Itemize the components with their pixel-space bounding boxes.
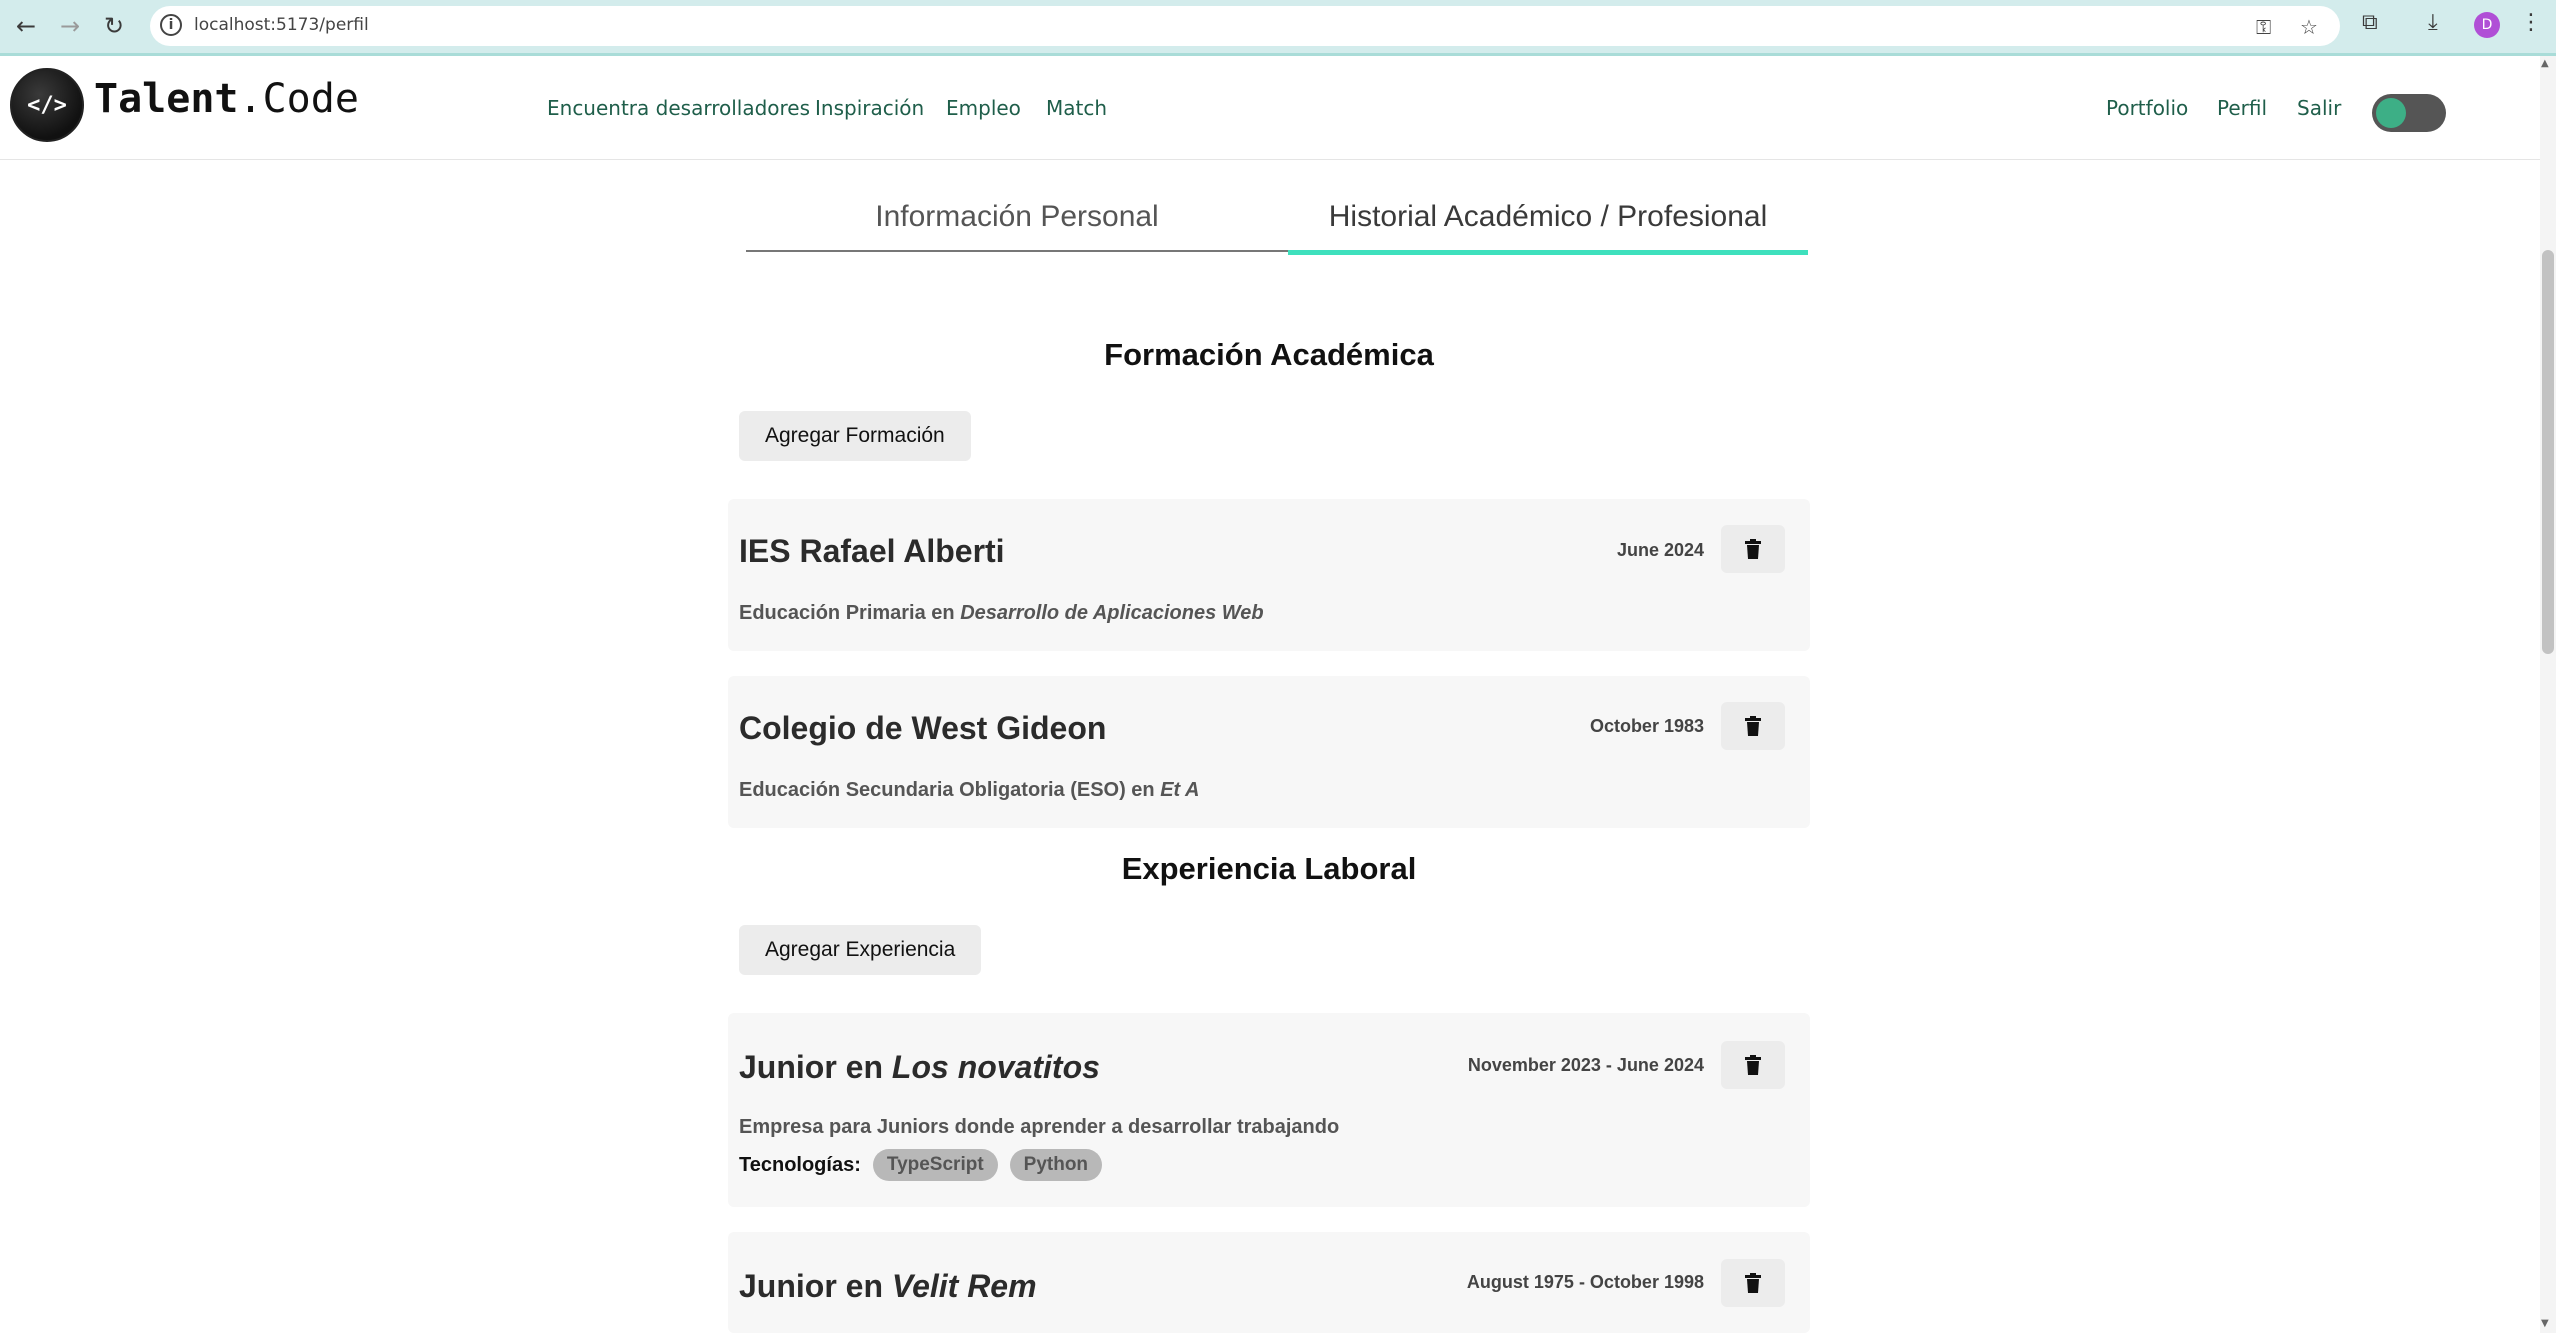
experience-description: Empresa para Juniors donde aprender a de… — [739, 1116, 1340, 1138]
education-detail: Educación Primaria en Desarrollo de Apli… — [739, 602, 1264, 625]
site-info-icon[interactable]: i — [160, 14, 182, 36]
trash-icon — [1745, 1273, 1761, 1293]
app-header: </> Talent.Code Encuentra desarrolladore… — [0, 56, 2540, 160]
nav-inspiration[interactable]: Inspiración — [815, 96, 924, 120]
nav-match[interactable]: Match — [1046, 96, 1107, 120]
toggle-knob — [2376, 98, 2406, 128]
education-date: October 1983 — [1589, 716, 1704, 736]
education-level: Educación Primaria — [739, 602, 926, 624]
education-date: June 2024 — [1616, 540, 1704, 560]
experience-role: Junior — [739, 1049, 837, 1085]
nav-find-developers[interactable]: Encuentra desarrolladores — [547, 96, 810, 120]
bookmark-star-icon[interactable]: ☆ — [2300, 15, 2318, 39]
delete-experience-button[interactable] — [1721, 1041, 1785, 1089]
experience-section-title: Experiencia Laboral — [1121, 851, 1417, 886]
profile-avatar[interactable]: D — [2474, 12, 2500, 38]
experience-company: Los novatitos — [891, 1049, 1100, 1085]
logo-text-bold: Talent — [94, 76, 239, 122]
password-key-icon[interactable]: ⚿ — [2256, 15, 2271, 39]
education-card: Colegio de West Gideon October 1983 Educ… — [728, 676, 1810, 828]
browser-toolbar: ← → ↻ i localhost:5173/perfil ⚿ ☆ ⧉ ⤓ D … — [0, 0, 2556, 56]
extensions-icon[interactable]: ⧉ — [2362, 10, 2378, 35]
experience-card: Junior en Los novatitos November 2023 - … — [728, 1013, 1810, 1207]
experience-role: Junior — [739, 1268, 837, 1304]
education-card: IES Rafael Alberti June 2024 Educación P… — [728, 499, 1810, 651]
experience-dates: November 2023 - June 2024 — [1467, 1055, 1704, 1075]
forward-icon[interactable]: → — [54, 10, 86, 42]
scroll-down-icon[interactable]: ▼ — [2541, 1318, 2549, 1329]
trash-icon — [1745, 539, 1761, 559]
add-experience-button[interactable]: Agregar Experiencia — [739, 925, 982, 975]
experience-connector: en — [836, 1049, 892, 1085]
address-url[interactable]: localhost:5173/perfil — [194, 15, 369, 35]
technology-chip: TypeScript — [872, 1149, 998, 1181]
experience-technologies: Tecnologías: TypeScript Python — [739, 1149, 1103, 1181]
delete-education-button[interactable] — [1721, 525, 1785, 573]
scrollbar-thumb[interactable] — [2542, 250, 2554, 654]
delete-experience-button[interactable] — [1721, 1259, 1785, 1307]
education-detail: Educación Secundaria Obligatoria (ESO) e… — [739, 779, 1199, 802]
scrollbar-track[interactable] — [2540, 56, 2556, 1333]
experience-card: Junior en Velit Rem August 1975 - Octobe… — [728, 1232, 1810, 1333]
browser-menu-icon[interactable]: ⋮ — [2520, 10, 2542, 35]
download-icon[interactable]: ⤓ — [2428, 10, 2438, 35]
education-field: Desarrollo de Aplicaciones Web — [960, 602, 1264, 624]
address-bar[interactable]: i localhost:5173/perfil ⚿ ☆ — [150, 6, 2340, 46]
education-school: Colegio de West Gideon — [739, 710, 1107, 746]
tab-personal-info[interactable]: Información Personal — [746, 190, 1288, 252]
scroll-up-icon[interactable]: ▲ — [2541, 58, 2549, 69]
tab-academic-history[interactable]: Historial Académico / Profesional — [1288, 190, 1808, 255]
experience-title: Junior en Velit Rem — [739, 1268, 1037, 1305]
education-connector: en — [925, 602, 961, 624]
education-section-title: Formación Académica — [1104, 337, 1434, 372]
nav-jobs[interactable]: Empleo — [946, 96, 1021, 120]
education-level: Educación Secundaria Obligatoria (ESO) — [739, 779, 1126, 801]
logo-text-rest: .Code — [238, 76, 359, 122]
technology-chip: Python — [1009, 1149, 1103, 1181]
logo-text[interactable]: Talent.Code — [94, 76, 359, 122]
experience-dates: August 1975 - October 1998 — [1466, 1272, 1704, 1292]
back-icon[interactable]: ← — [10, 10, 42, 42]
logo-icon[interactable]: </> — [10, 68, 84, 142]
nav-portfolio[interactable]: Portfolio — [2106, 96, 2188, 120]
technologies-label: Tecnologías: — [739, 1153, 861, 1176]
reload-icon[interactable]: ↻ — [98, 10, 130, 42]
education-school: IES Rafael Alberti — [739, 533, 1005, 569]
experience-title: Junior en Los novatitos — [739, 1049, 1100, 1086]
nav-logout[interactable]: Salir — [2297, 96, 2341, 120]
education-connector: en — [1125, 779, 1161, 801]
delete-education-button[interactable] — [1721, 702, 1785, 750]
nav-profile[interactable]: Perfil — [2217, 96, 2267, 120]
add-education-button[interactable]: Agregar Formación — [739, 411, 971, 461]
trash-icon — [1745, 1055, 1761, 1075]
experience-company: Velit Rem — [891, 1268, 1037, 1304]
education-field: Et A — [1160, 779, 1200, 801]
trash-icon — [1745, 716, 1761, 736]
theme-toggle[interactable] — [2372, 94, 2446, 132]
experience-connector: en — [836, 1268, 892, 1304]
